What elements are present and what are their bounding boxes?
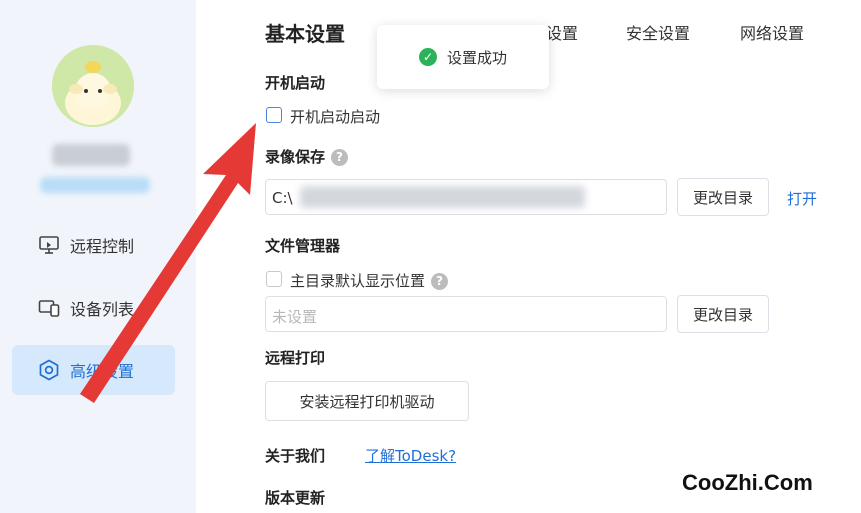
home-dir-checkbox-label: 主目录默认显示位置 (290, 272, 426, 290)
sidebar-item-device-list[interactable]: 设备列表 (12, 283, 175, 333)
recording-section-title: 录像保存? (265, 146, 349, 167)
about-section-title: 关于我们 (265, 447, 326, 465)
sidebar-item-label: 高级设置 (70, 362, 135, 381)
path-redacted (300, 186, 585, 208)
file-manager-change-dir-button[interactable]: 更改目录 (677, 295, 769, 333)
user-id-redacted (40, 177, 150, 193)
toast-text: 设置成功 (446, 48, 507, 67)
tab-security-settings[interactable]: 安全设置 (626, 20, 690, 44)
file-manager-path-field[interactable]: 未设置 (265, 296, 667, 332)
help-icon[interactable]: ? (331, 149, 349, 166)
sidebar-item-label: 远程控制 (70, 237, 135, 256)
open-folder-link[interactable]: 打开 (787, 188, 817, 209)
monitor-icon (38, 234, 60, 256)
watermark: CooZhi.Com (682, 470, 813, 495)
file-manager-section-title: 文件管理器 (265, 237, 341, 255)
home-dir-checkbox-row[interactable]: 主目录默认显示位置? (290, 270, 449, 291)
startup-checkbox[interactable] (266, 107, 282, 123)
tab-network-settings[interactable]: 网络设置 (740, 20, 804, 44)
avatar[interactable] (52, 45, 134, 127)
update-section-title: 版本更新 (265, 489, 326, 507)
sidebar-item-label: 设备列表 (70, 300, 135, 319)
about-todesk-link[interactable]: 了解ToDesk? (365, 445, 456, 466)
settings-hex-icon (38, 359, 60, 381)
recording-title-text: 录像保存 (265, 148, 326, 166)
startup-checkbox-label[interactable]: 开机启动启动 (290, 106, 380, 127)
sidebar-item-remote-control[interactable]: 远程控制 (12, 220, 175, 270)
success-toast: ✓ 设置成功 (377, 25, 549, 89)
remote-print-section-title: 远程打印 (265, 349, 326, 367)
devices-icon (38, 297, 60, 319)
help-icon[interactable]: ? (431, 273, 449, 290)
sidebar: 远程控制 设备列表 高级设置 (0, 0, 196, 513)
install-printer-driver-button[interactable]: 安装远程打印机驱动 (265, 381, 469, 421)
tab-basic-settings[interactable]: 基本设置 (265, 18, 345, 47)
sidebar-item-advanced-settings[interactable]: 高级设置 (12, 345, 175, 395)
check-circle-icon: ✓ (418, 48, 437, 66)
username-redacted (52, 144, 130, 166)
recording-change-dir-button[interactable]: 更改目录 (677, 178, 769, 216)
startup-section-title: 开机启动 (265, 74, 326, 92)
home-dir-checkbox[interactable] (266, 271, 282, 287)
